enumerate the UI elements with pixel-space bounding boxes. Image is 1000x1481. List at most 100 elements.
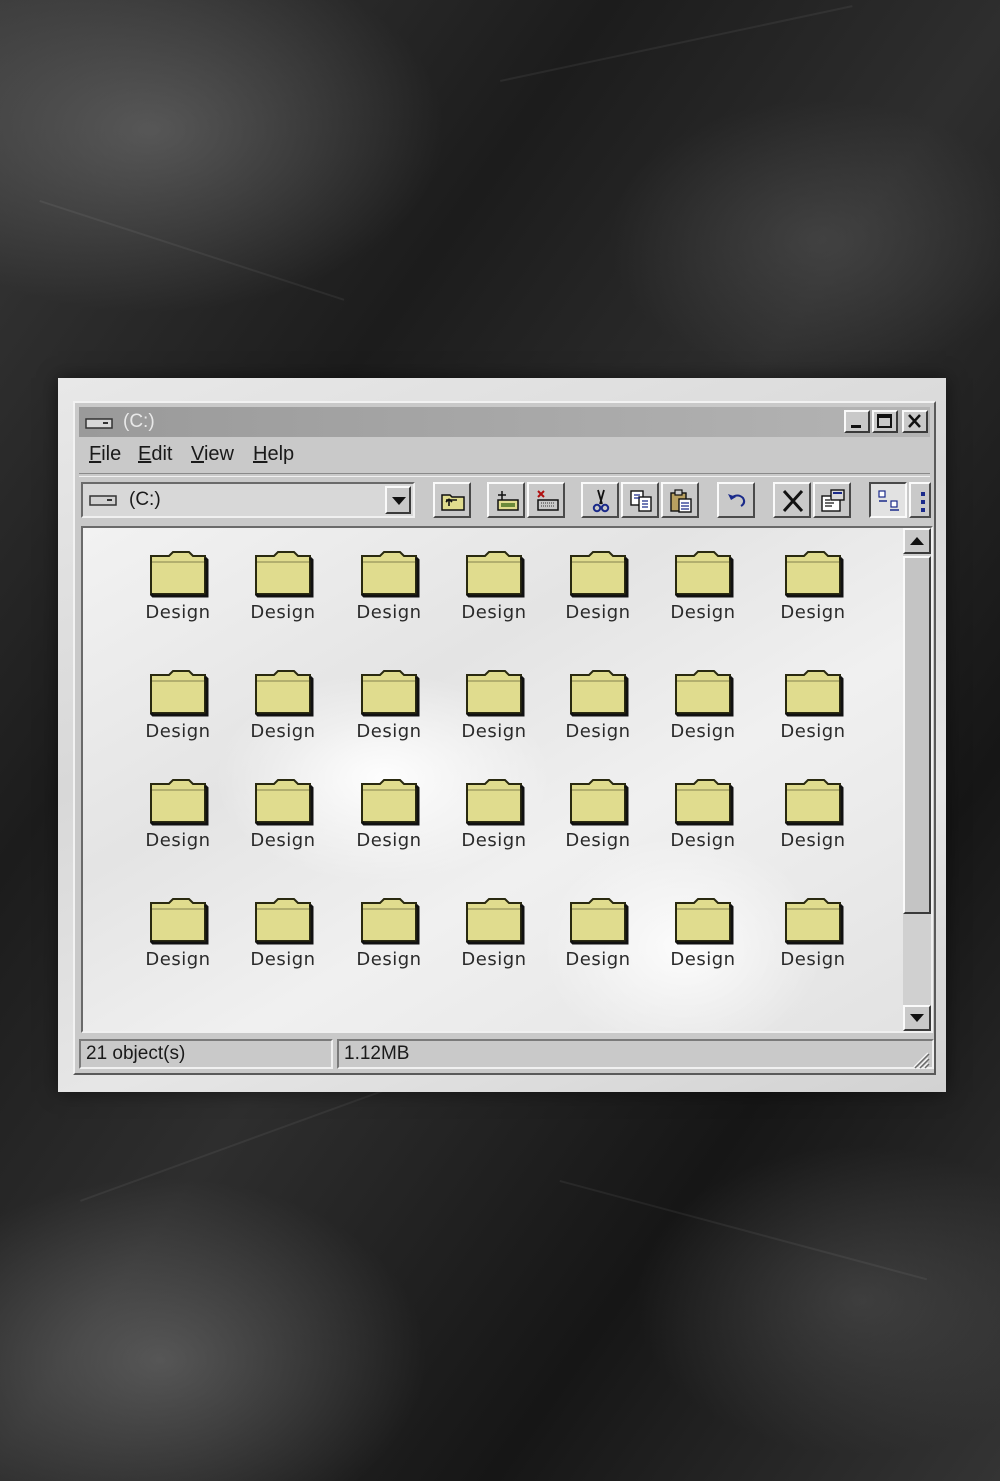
minimize-button[interactable] [844, 410, 870, 433]
folder-item[interactable]: Design [768, 548, 858, 638]
window-title: (C:) [123, 411, 155, 432]
up-folder-icon [441, 494, 465, 511]
undo-button[interactable] [717, 482, 755, 518]
folder-icon [674, 779, 734, 826]
close-icon [908, 414, 921, 428]
folder-item[interactable]: Design [768, 895, 858, 985]
folder-icon [254, 670, 314, 717]
folder-label: Design [145, 830, 211, 851]
drive-icon [89, 495, 117, 506]
folder-label: Design [565, 830, 631, 851]
menu-help[interactable]: Help [253, 443, 294, 466]
folder-icon [569, 670, 629, 717]
close-button[interactable] [902, 410, 928, 433]
folder-item[interactable]: Design [133, 776, 223, 866]
menu-view[interactable]: View [191, 443, 234, 466]
address-combo[interactable]: (C:) [81, 482, 415, 518]
menu-file[interactable]: File [89, 443, 121, 466]
disconnect-drive-icon [537, 490, 559, 511]
folder-item[interactable]: Design [658, 895, 748, 985]
folder-item[interactable]: Design [344, 548, 434, 638]
folder-label: Design [461, 830, 527, 851]
paper-crease [500, 5, 853, 82]
folder-item[interactable]: Design [768, 776, 858, 866]
title-bar[interactable]: (C:) [79, 407, 930, 437]
folder-item[interactable]: Design [238, 776, 328, 866]
folder-item[interactable]: Design [238, 548, 328, 638]
folder-item[interactable]: Design [449, 895, 539, 985]
folder-icon [784, 551, 844, 598]
disconnect-drive-button[interactable] [527, 482, 565, 518]
folder-label: Design [250, 602, 316, 623]
folder-label: Design [461, 602, 527, 623]
folder-icon [569, 551, 629, 598]
arrow-down-icon [910, 1014, 924, 1022]
folder-icon [674, 551, 734, 598]
folder-label: Design [565, 721, 631, 742]
folder-item[interactable]: Design [133, 548, 223, 638]
folder-label: Design [670, 830, 736, 851]
map-drive-button[interactable] [487, 482, 525, 518]
copy-button[interactable] [621, 482, 659, 518]
scroll-thumb[interactable] [903, 556, 931, 914]
delete-x-icon [782, 489, 804, 513]
folder-icon [360, 551, 420, 598]
folder-icon [784, 670, 844, 717]
undo-icon [728, 494, 746, 507]
large-icons-view-button[interactable] [869, 482, 907, 518]
address-value: (C:) [129, 489, 161, 510]
cut-button[interactable] [581, 482, 619, 518]
folder-label: Design [461, 949, 527, 970]
folder-item[interactable]: Design [658, 776, 748, 866]
toolbar-divider [79, 473, 930, 477]
up-folder-button[interactable] [433, 482, 471, 518]
folder-item[interactable]: Design [553, 548, 643, 638]
folder-item[interactable]: Design [238, 895, 328, 985]
folder-item[interactable]: Design [133, 895, 223, 985]
paste-button[interactable] [661, 482, 699, 518]
arrow-up-icon [910, 537, 924, 545]
resize-grip-icon[interactable] [910, 1049, 930, 1069]
folder-label: Design [565, 949, 631, 970]
folder-icon [149, 898, 209, 945]
delete-button[interactable] [773, 482, 811, 518]
folder-icon [360, 670, 420, 717]
scroll-down-button[interactable] [903, 1005, 931, 1031]
folder-item[interactable]: Design [449, 548, 539, 638]
scroll-up-button[interactable] [903, 528, 931, 554]
status-bar: 21 object(s) 1.12MB [79, 1039, 934, 1069]
folder-item[interactable]: Design [133, 667, 223, 757]
properties-icon [821, 489, 845, 512]
folder-item[interactable]: Design [344, 667, 434, 757]
folder-item[interactable]: Design [768, 667, 858, 757]
small-icons-view-icon [921, 492, 925, 512]
map-drive-icon [497, 491, 519, 511]
folder-icon [465, 551, 525, 598]
vertical-scrollbar[interactable] [903, 528, 931, 1031]
small-icons-view-button[interactable] [909, 482, 931, 518]
folder-icon [254, 898, 314, 945]
folder-item[interactable]: Design [344, 776, 434, 866]
paper-crease [559, 1180, 928, 1281]
maximize-icon [877, 414, 892, 428]
folder-item[interactable]: Design [449, 776, 539, 866]
folder-item[interactable]: Design [344, 895, 434, 985]
folder-icon [784, 779, 844, 826]
folder-item[interactable]: Design [658, 548, 748, 638]
folder-item[interactable]: Design [658, 667, 748, 757]
properties-button[interactable] [813, 482, 851, 518]
menu-edit[interactable]: Edit [138, 443, 172, 466]
maximize-button[interactable] [872, 410, 898, 433]
folder-item[interactable]: Design [553, 776, 643, 866]
address-dropdown-button[interactable] [385, 486, 411, 514]
folder-label: Design [670, 602, 736, 623]
explorer-window: (C:) File Edit View Help (C:) Design Des… [73, 401, 936, 1075]
file-view-pane[interactable]: Design Design Design Design Design Design Desi… [81, 526, 933, 1033]
folder-label: Design [780, 949, 846, 970]
folder-item[interactable]: Design [553, 895, 643, 985]
status-object-count: 21 object(s) [79, 1039, 333, 1069]
folder-item[interactable]: Design [553, 667, 643, 757]
folder-icon [254, 779, 314, 826]
folder-item[interactable]: Design [449, 667, 539, 757]
folder-item[interactable]: Design [238, 667, 328, 757]
